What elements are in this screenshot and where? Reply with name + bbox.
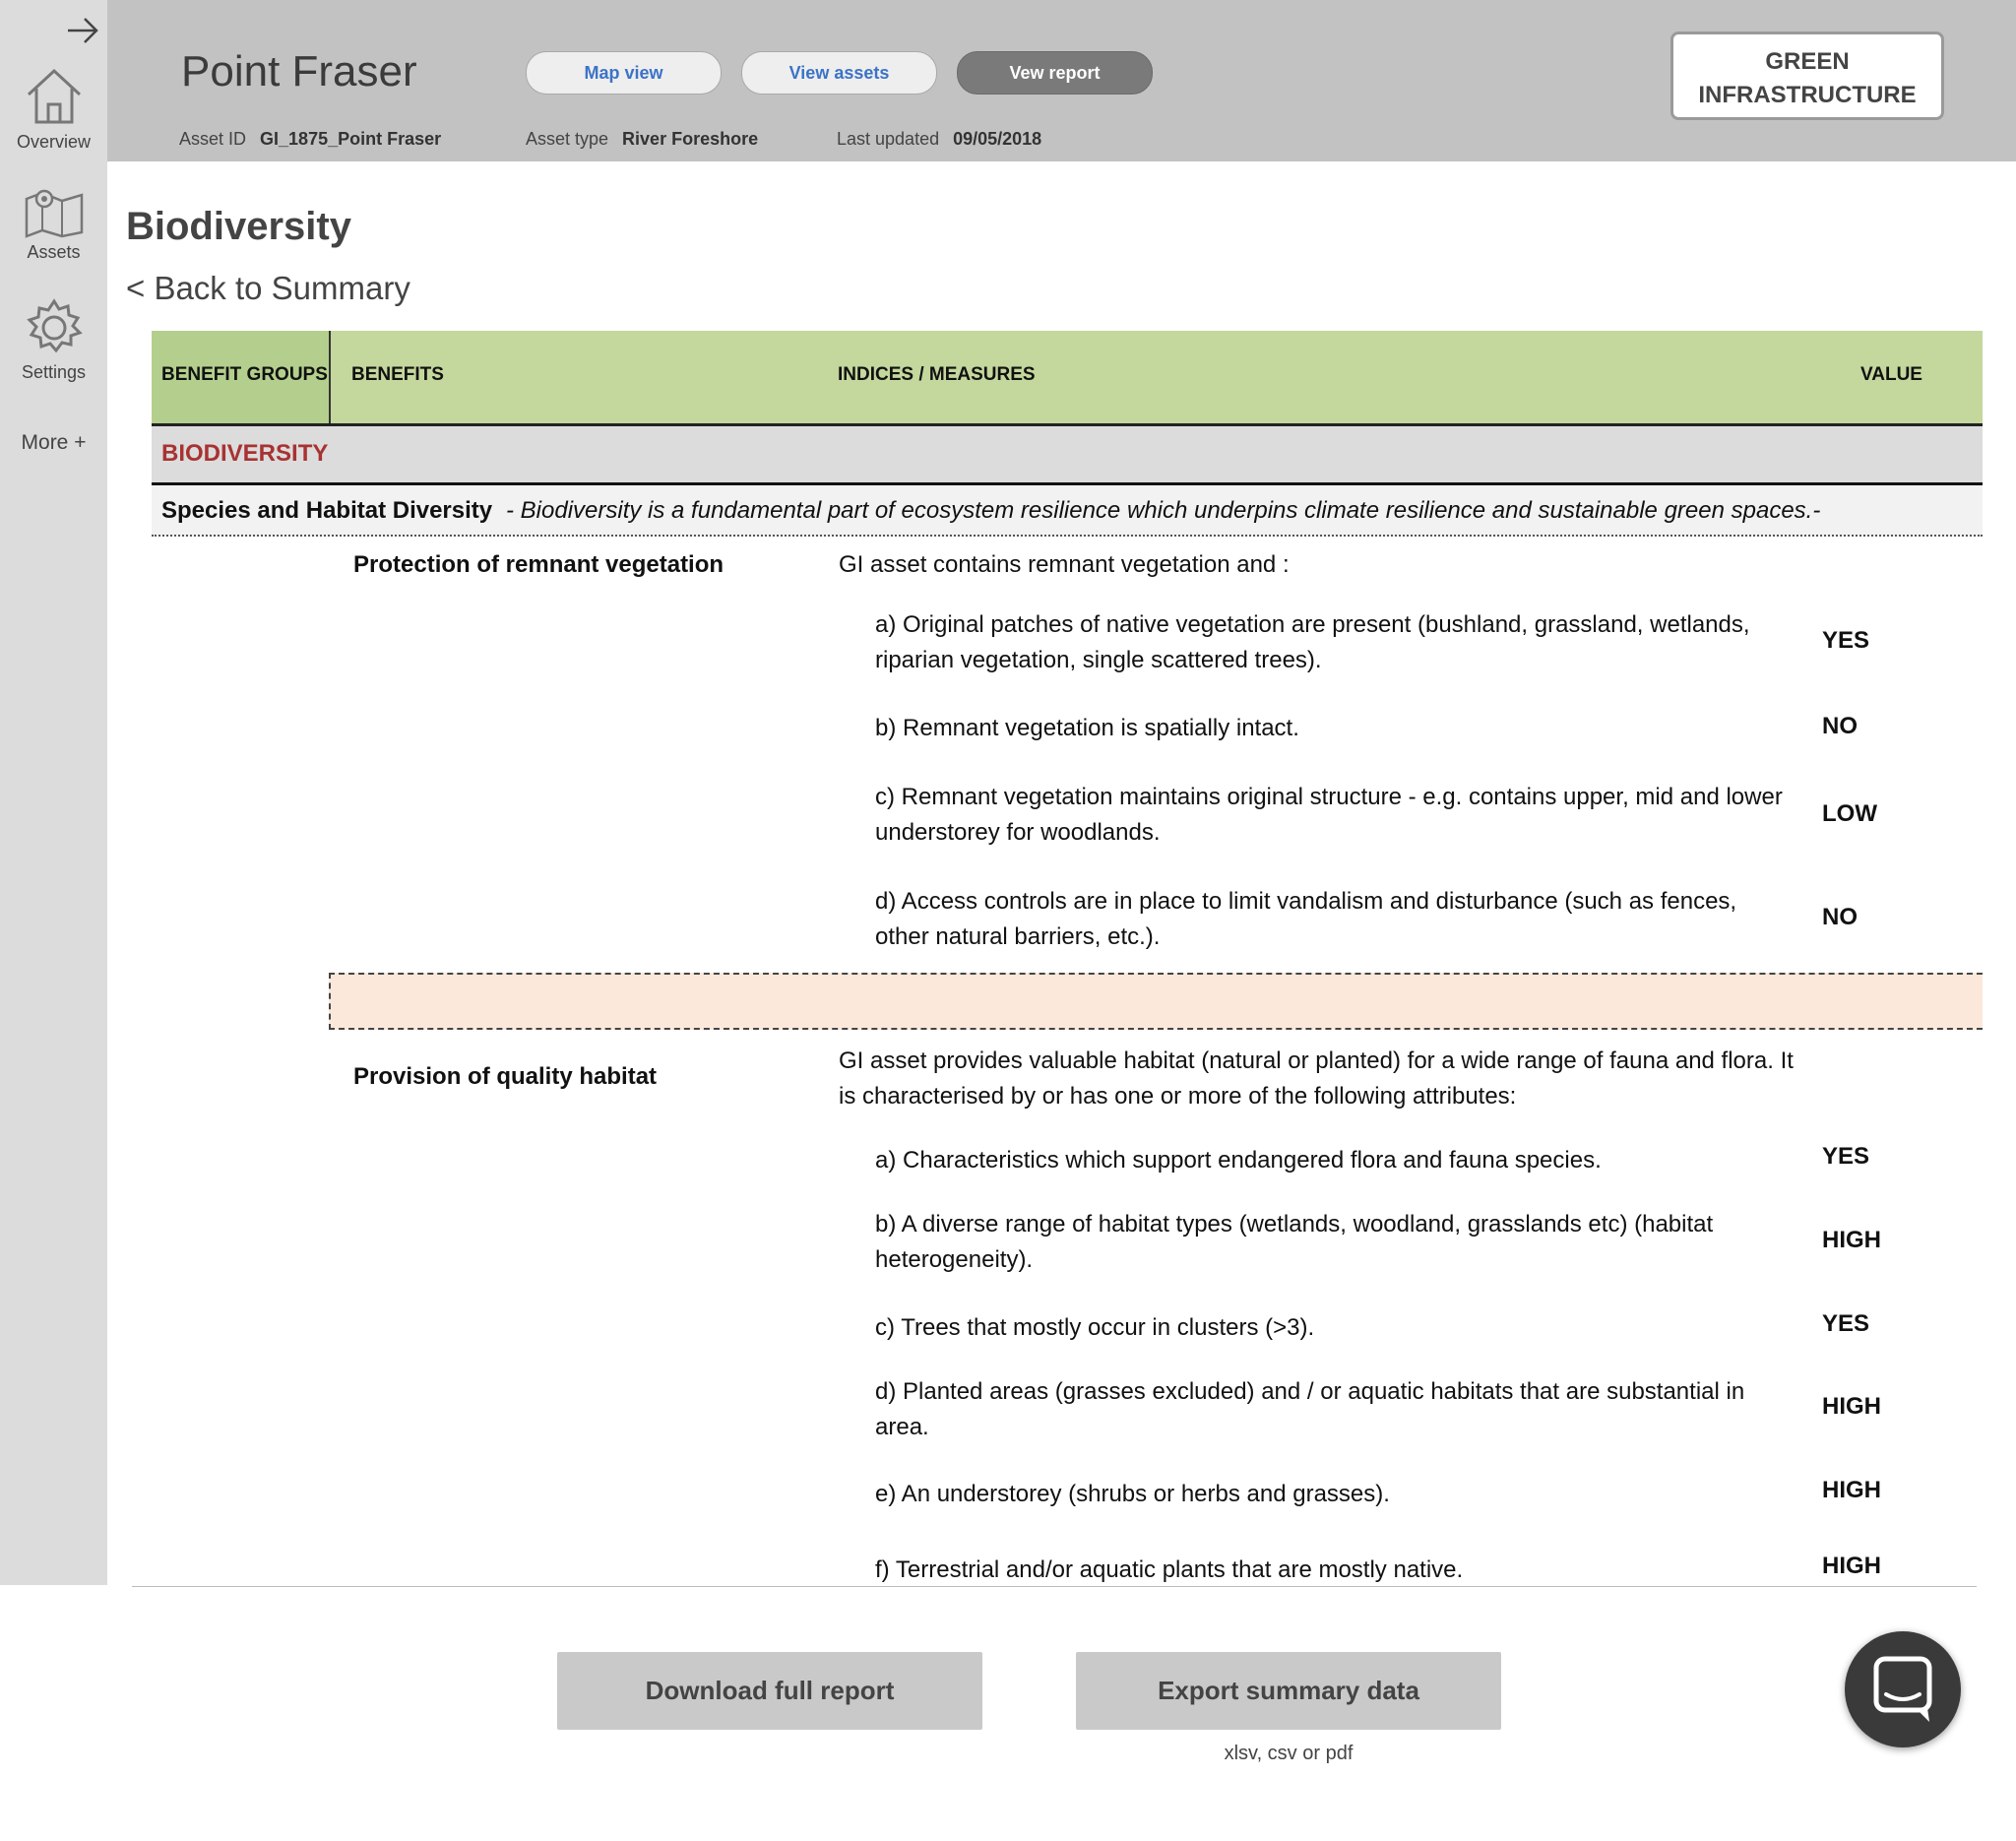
measure-value: LOW: [1822, 800, 1877, 827]
map-view-button[interactable]: Map view: [526, 51, 722, 95]
benefit-group-name: BIODIVERSITY: [161, 440, 329, 467]
section-separator: [329, 973, 1983, 1030]
measure-text: a) Characteristics which support endange…: [875, 1147, 1602, 1174]
badge-line-2: INFRASTRUCTURE: [1698, 82, 1917, 108]
download-report-button[interactable]: Download full report: [557, 1652, 982, 1730]
category-description: - Biodiversity is a fundamental part of …: [506, 497, 1821, 524]
last-updated-meta: Last updated 09/05/2018: [837, 129, 1041, 150]
last-updated-label: Last updated: [837, 129, 940, 149]
measure-text: f) Terrestrial and/or aquatic plants tha…: [875, 1556, 1464, 1583]
export-summary-button[interactable]: Export summary data: [1076, 1652, 1501, 1730]
back-to-summary-link[interactable]: < Back to Summary: [126, 270, 410, 307]
asset-type-meta: Asset type River Foreshore: [526, 129, 758, 150]
measure-value: HIGH: [1822, 1227, 1881, 1253]
measure-text: c) Remnant vegetation maintains original…: [875, 784, 1783, 846]
collapse-arrow-icon[interactable]: [65, 14, 100, 47]
badge-line-1: GREEN: [1765, 48, 1850, 75]
measure-value: YES: [1822, 627, 1870, 654]
measure-text: b) Remnant vegetation is spatially intac…: [875, 715, 1299, 741]
sidebar-item-label: Overview: [16, 132, 91, 152]
asset-id-label: Asset ID: [179, 129, 247, 149]
page-title: Biodiversity: [126, 205, 351, 248]
map-icon: [25, 189, 83, 238]
benefit-group-row: BIODIVERSITY: [152, 426, 1983, 485]
chat-icon: [1873, 1656, 1932, 1722]
header-benefit-groups: BENEFIT GROUPS: [161, 364, 328, 385]
measure-text: a) Original patches of native vegetation…: [875, 611, 1750, 673]
view-assets-button[interactable]: View assets: [741, 51, 937, 95]
measure-value: NO: [1822, 713, 1858, 739]
measure-value: YES: [1822, 1143, 1870, 1170]
header-measures: INDICES / MEASURES: [838, 364, 1036, 385]
sidebar-item-label: Settings: [21, 362, 87, 382]
measure-text: d) Access controls are in place to limit…: [875, 888, 1737, 950]
header-value: VALUE: [1860, 364, 1922, 385]
benefit-name: Protection of remnant vegetation: [353, 551, 724, 578]
asset-id-meta: Asset ID GI_1875_Point Fraser: [179, 129, 441, 150]
sidebar-item-overview[interactable]: Overview: [0, 65, 107, 153]
category-title: Species and Habitat Diversity: [161, 497, 493, 524]
measure-value: HIGH: [1822, 1553, 1881, 1579]
measure-text: e) An understorey (shrubs or herbs and g…: [875, 1481, 1390, 1507]
home-icon: [27, 68, 81, 124]
asset-id-value: GI_1875_Point Fraser: [260, 129, 442, 149]
header-benefits: BENEFITS: [351, 364, 444, 385]
sidebar-item-settings[interactable]: Settings: [0, 297, 107, 383]
sidebar-item-label: Assets: [27, 242, 81, 262]
table-bottom-divider: [132, 1586, 1977, 1587]
top-header: Point Fraser Map view View assets Vew re…: [107, 0, 2016, 161]
benefit-intro: GI asset provides valuable habitat (natu…: [839, 1047, 1794, 1110]
sidebar-item-assets[interactable]: Assets: [0, 185, 107, 263]
last-updated-value: 09/05/2018: [953, 129, 1042, 149]
export-format-hint: xlsv, csv or pdf: [1224, 1743, 1354, 1764]
measure-value: YES: [1822, 1310, 1870, 1337]
table-header: BENEFIT GROUPS BENEFITS INDICES / MEASUR…: [152, 331, 1983, 426]
category-row: Species and Habitat Diversity - Biodiver…: [152, 485, 1983, 537]
asset-title: Point Fraser: [181, 47, 417, 95]
asset-type-label: Asset type: [526, 129, 609, 149]
sidebar-more-link[interactable]: More +: [0, 431, 107, 455]
measure-text: c) Trees that mostly occur in clusters (…: [875, 1314, 1315, 1341]
asset-type-value: River Foreshore: [622, 129, 759, 149]
measure-text: b) A diverse range of habitat types (wet…: [875, 1211, 1714, 1273]
gear-icon: [26, 298, 83, 353]
view-report-button[interactable]: Vew report: [957, 51, 1153, 95]
chat-button[interactable]: [1845, 1631, 1961, 1747]
benefit-name: Provision of quality habitat: [353, 1063, 658, 1090]
measure-value: HIGH: [1822, 1477, 1881, 1503]
measure-value: NO: [1822, 904, 1858, 930]
green-infrastructure-badge: GREEN INFRASTRUCTURE: [1670, 32, 1944, 120]
sidebar: Overview Assets Settings More +: [0, 0, 107, 1585]
measure-value: HIGH: [1822, 1393, 1881, 1420]
benefit-intro: GI asset contains remnant vegetation and…: [839, 551, 1290, 578]
measure-text: d) Planted areas (grasses excluded) and …: [875, 1378, 1745, 1440]
